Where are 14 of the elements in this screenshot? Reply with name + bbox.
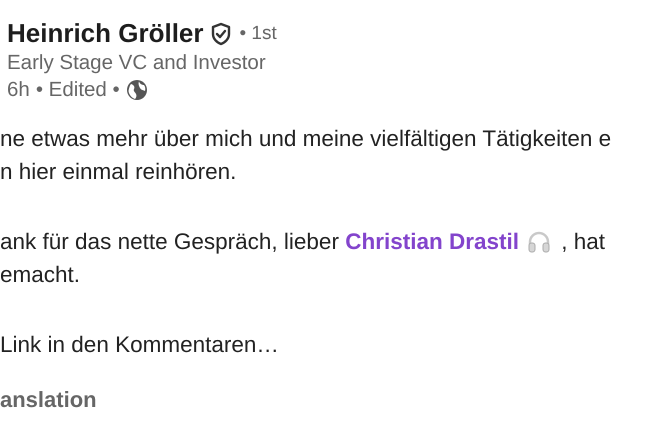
post-text: ank für das nette Gespräch, lieber — [0, 228, 340, 256]
edited-label: • Edited • — [36, 77, 120, 103]
connection-degree: • 1st — [240, 22, 277, 44]
post-text: ne etwas mehr über mich und meine vielfältigen Tätigkeiten e — [0, 125, 612, 153]
post-time: 6h — [7, 77, 30, 103]
post-text: Link in den Kommentaren… — [0, 331, 279, 359]
post-text: emacht. — [0, 261, 80, 289]
post-text: n hier einmal reinhören. — [0, 158, 236, 186]
author-name[interactable]: Heinrich Gröller — [7, 18, 204, 49]
headphones-icon — [527, 230, 551, 254]
post-text: , hat — [560, 228, 606, 256]
author-headline: Early Stage VC and Investor — [7, 50, 267, 76]
mention-link[interactable]: Christian Drastil — [345, 225, 519, 258]
see-translation-link[interactable]: anslation — [0, 387, 97, 413]
